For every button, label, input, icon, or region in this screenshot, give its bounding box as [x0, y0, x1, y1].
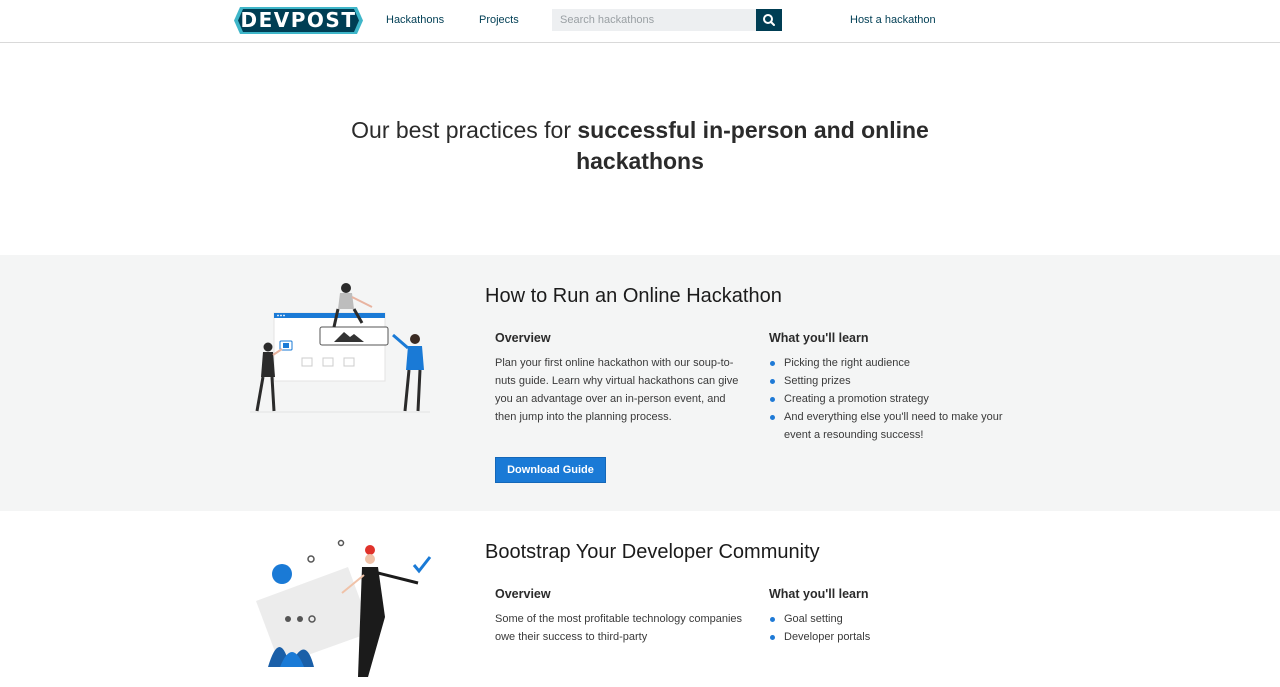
- guide-title: How to Run an Online Hackathon: [485, 285, 782, 307]
- hero-title-regular: Our best practices for: [351, 117, 578, 143]
- overview-text: Plan your first online hackathon with ou…: [495, 357, 739, 423]
- search-input[interactable]: [552, 9, 756, 31]
- learn-column: What you'll learn Picking the right audi…: [769, 331, 1014, 444]
- guide-online-hackathon: How to Run an Online Hackathon Overview …: [0, 255, 1280, 511]
- overview-column: Overview Some of the most profitable tec…: [495, 587, 745, 646]
- hero-title-bold: successful in-person and online hackatho…: [576, 117, 929, 174]
- overview-text: Some of the most profitable technology c…: [495, 613, 743, 643]
- guide-title: Bootstrap Your Developer Community: [485, 541, 820, 563]
- learn-heading: What you'll learn: [769, 331, 869, 345]
- overview-heading: Overview: [495, 331, 551, 345]
- download-guide-button[interactable]: Download Guide: [495, 457, 606, 483]
- guide-developer-community: Bootstrap Your Developer Community Overv…: [0, 511, 1280, 677]
- overview-column: Overview Plan your first online hackatho…: [495, 331, 745, 426]
- developer-community-illustration: [250, 537, 440, 682]
- hero-title: Our best practices for successful in-per…: [340, 115, 940, 177]
- learn-heading: What you'll learn: [769, 587, 869, 601]
- nav-hackathons-link[interactable]: Hackathons: [386, 14, 444, 26]
- search-bar: [552, 9, 782, 31]
- learn-list: Picking the right audience Setting prize…: [769, 354, 1014, 444]
- list-item: Goal setting: [769, 610, 1014, 628]
- list-item: Setting prizes: [769, 372, 1014, 390]
- search-button[interactable]: [756, 9, 782, 31]
- devpost-logo[interactable]: DEVPOST: [234, 7, 363, 34]
- nav-projects-link[interactable]: Projects: [479, 14, 519, 26]
- learn-list: Goal setting Developer portals: [769, 610, 1014, 646]
- hero-section: Our best practices for successful in-per…: [0, 43, 1280, 255]
- list-item: Creating a promotion strategy: [769, 390, 1014, 408]
- list-item: Picking the right audience: [769, 354, 1014, 372]
- nav-host-hackathon-link[interactable]: Host a hackathon: [850, 14, 936, 26]
- logo-text: DEVPOST: [240, 8, 357, 32]
- list-item: Developer portals: [769, 628, 1014, 646]
- list-item: And everything else you'll need to make …: [769, 408, 1014, 444]
- online-hackathon-illustration: [250, 279, 440, 424]
- learn-column: What you'll learn Goal setting Developer…: [769, 587, 1014, 646]
- top-navigation-bar: DEVPOST Hackathons Projects Host a hacka…: [0, 0, 1280, 43]
- overview-heading: Overview: [495, 587, 551, 601]
- search-icon: [763, 14, 775, 26]
